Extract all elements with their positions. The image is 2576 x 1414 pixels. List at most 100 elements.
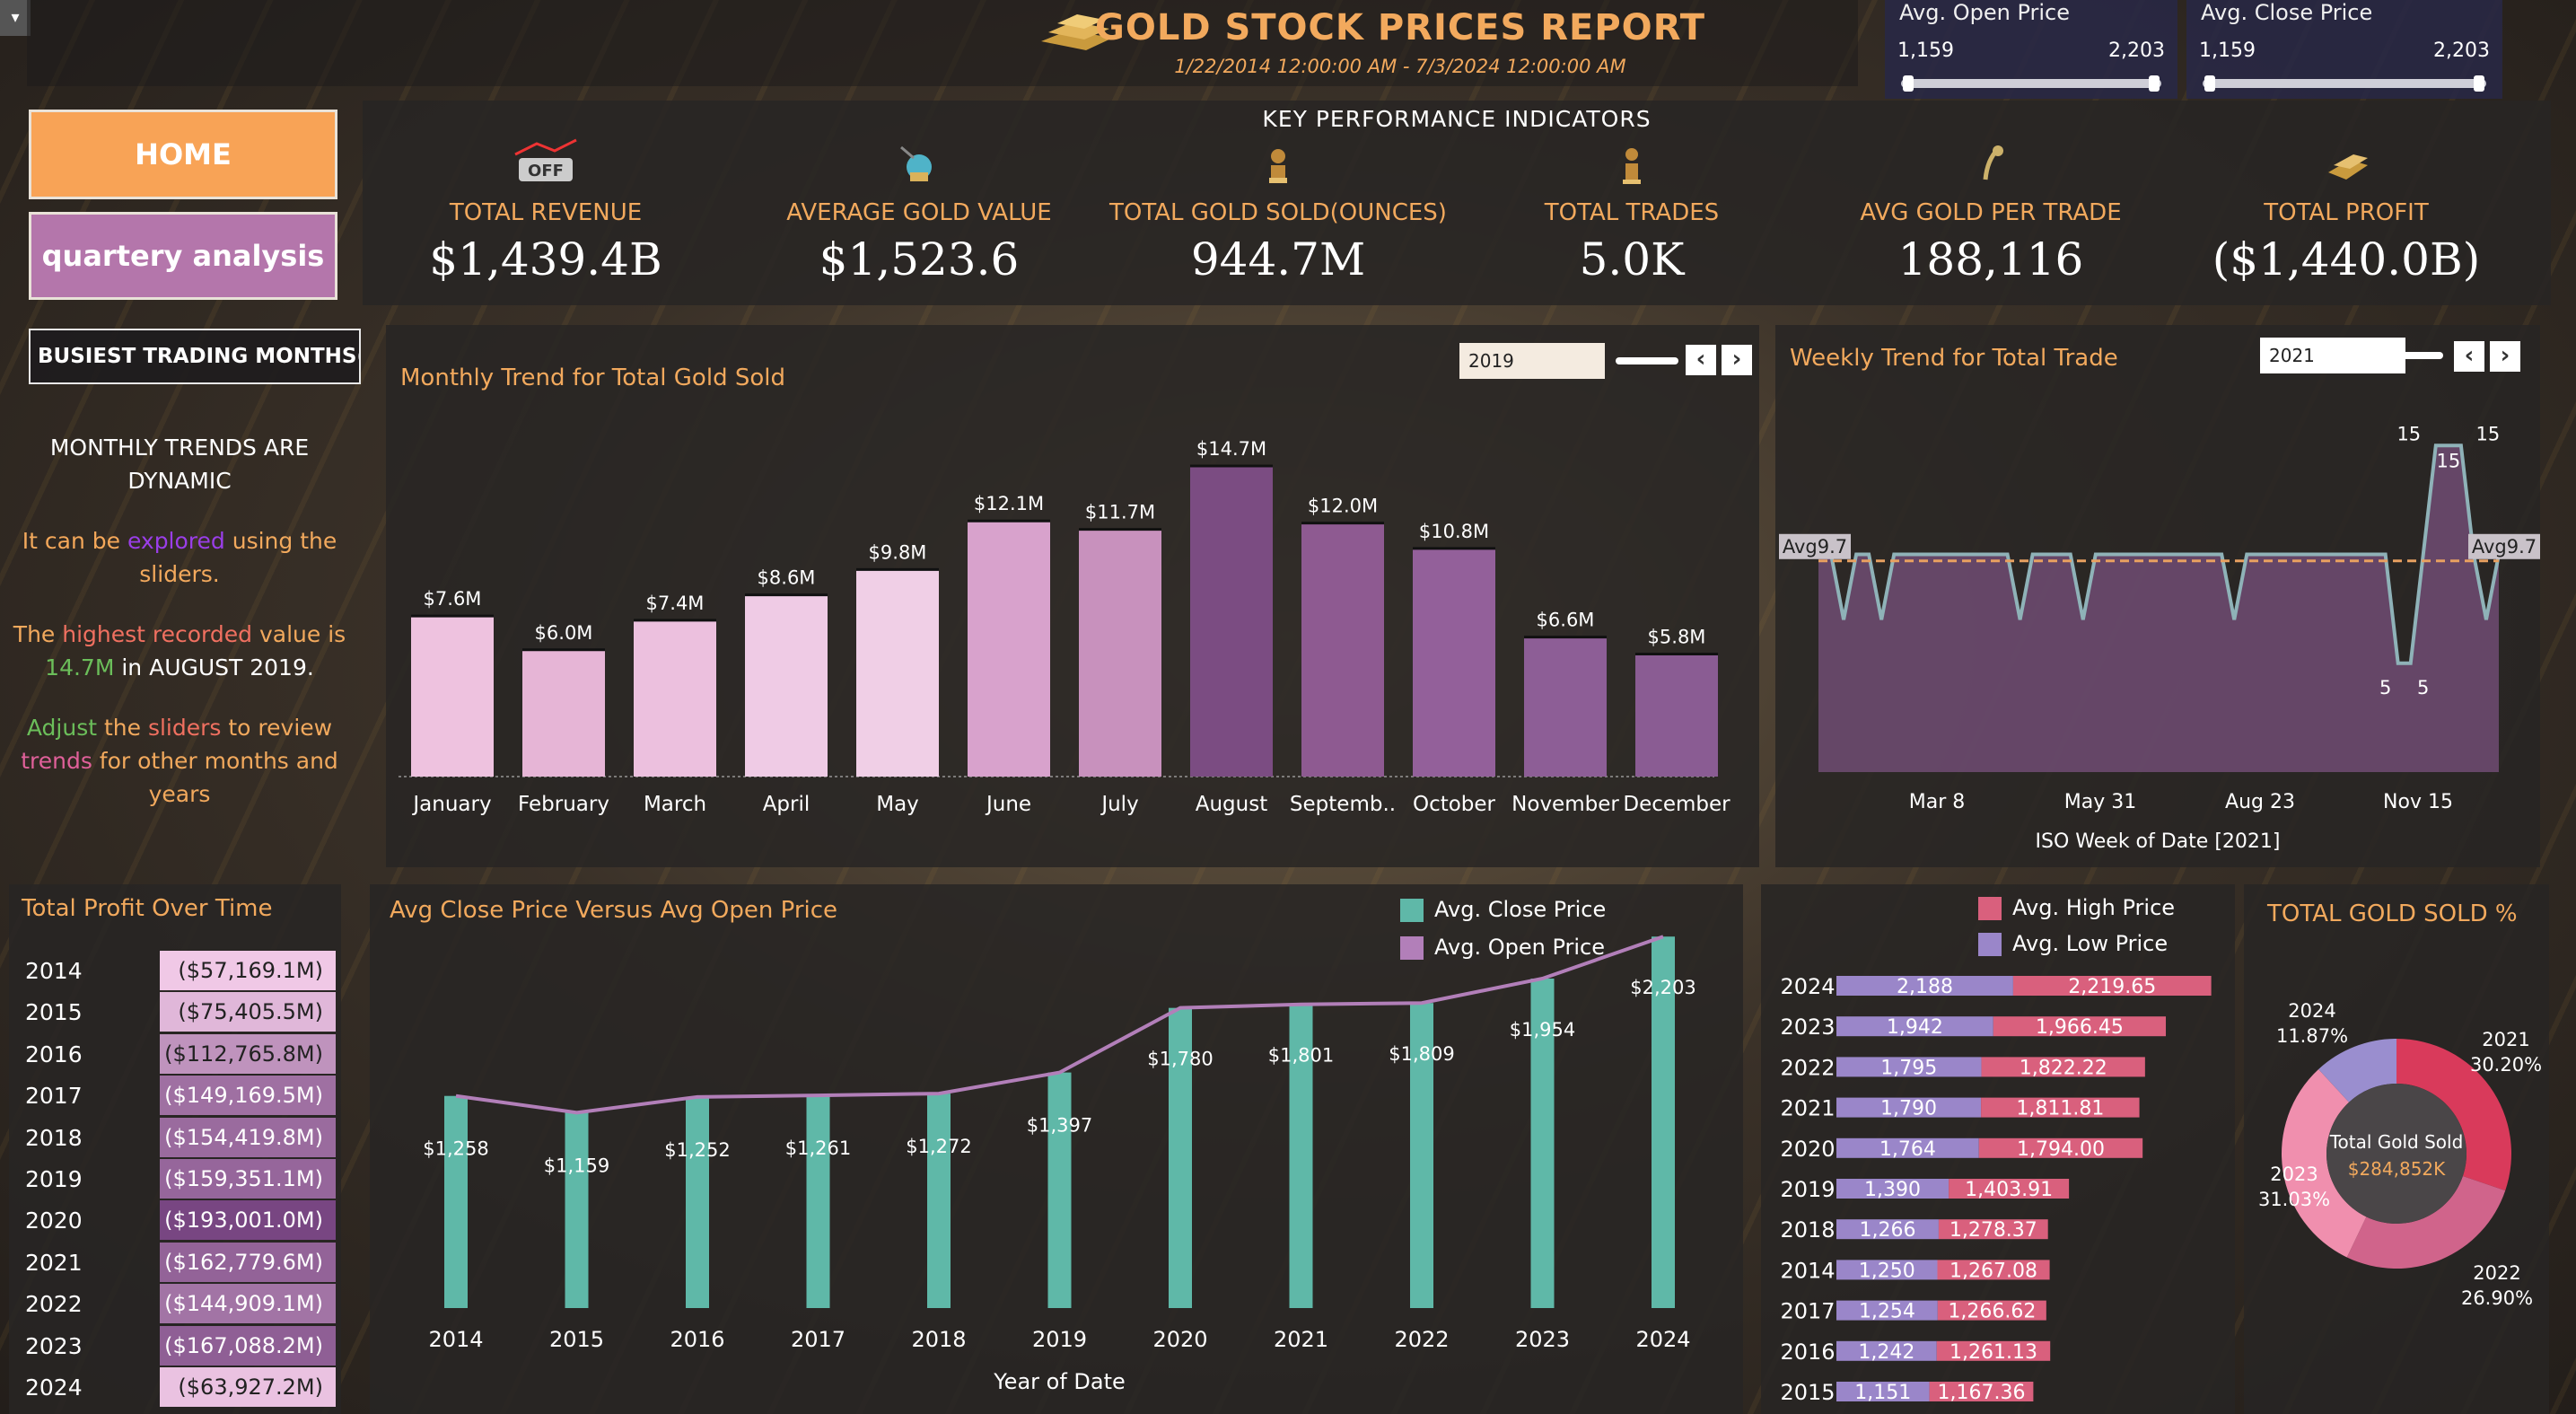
monthly-bar[interactable] <box>1635 654 1718 777</box>
high-price-label: 1,403.91 <box>1965 1179 2053 1201</box>
month-tick-label: June <box>985 793 1031 816</box>
profit-value: ($193,001.0M) <box>160 1200 336 1241</box>
close-price-label: $1,801 <box>1268 1045 1334 1067</box>
close-price-bar[interactable] <box>927 1093 951 1308</box>
high-price-label: 1,822.22 <box>2020 1057 2107 1079</box>
kpi-panel: KEY PERFORMANCE INDICATORS OFF TOTAL REVE… <box>363 101 2551 305</box>
hl-year-label: 2017 <box>1780 1299 1835 1324</box>
low-price-label: 1,254 <box>1859 1301 1915 1323</box>
profit-value: ($154,419.8M) <box>160 1117 336 1157</box>
home-button[interactable]: HOME <box>29 110 337 199</box>
bar-data-label: $8.6M <box>758 567 816 589</box>
close-price-label: $1,809 <box>1389 1043 1454 1065</box>
year-tick-label: 2022 <box>1394 1327 1449 1352</box>
slider-track[interactable] <box>2203 79 2486 88</box>
close-price-label: $1,252 <box>664 1139 730 1161</box>
month-tick-label: November <box>1511 793 1619 816</box>
weekly-area <box>1818 445 2499 772</box>
low-price-label: 1,242 <box>1858 1341 1914 1364</box>
month-tick-label: July <box>1100 793 1138 816</box>
slider-handle-max[interactable] <box>2474 75 2484 92</box>
bar-data-label: $5.8M <box>1648 627 1706 648</box>
slider-handle-max[interactable] <box>2149 75 2160 92</box>
slider-title: Avg. Close Price <box>2201 0 2373 25</box>
week-tick-label: Aug 23 <box>2225 791 2295 813</box>
avg-close-price-slider[interactable]: Avg. Close Price 1,159 2,203 <box>2186 0 2502 99</box>
monthly-bar[interactable] <box>1413 548 1495 777</box>
close-price-label: $2,203 <box>1630 977 1695 998</box>
kpi-value: $1,439.4B <box>429 233 662 285</box>
monthly-bar[interactable] <box>634 619 716 777</box>
profit-year: 2023 <box>25 1332 83 1359</box>
story-adjust: Adjust the sliders to review trends for … <box>21 715 338 807</box>
profit-year: 2021 <box>25 1249 83 1276</box>
kpi-value: 5.0K <box>1579 233 1685 285</box>
close-price-bar[interactable] <box>806 1095 830 1308</box>
close-price-bar[interactable] <box>1047 1072 1072 1308</box>
peak-annotation: 15 <box>2476 423 2501 444</box>
close-price-bar[interactable] <box>686 1096 709 1308</box>
gold-sold-pct-panel: TOTAL GOLD SOLD % 2021 30.20% 2022 26.90% 20… <box>2244 884 2549 1414</box>
slider-title: Avg. Open Price <box>1899 0 2070 25</box>
slider-handle-min[interactable] <box>1903 75 1914 92</box>
hl-year-label: 2023 <box>1780 1014 1835 1040</box>
monthly-bar[interactable] <box>1079 529 1161 777</box>
kpi-total-revenue: OFF TOTAL REVENUE $1,439.4B <box>366 136 725 285</box>
collapse-arrow-icon[interactable]: ▾ <box>0 0 31 36</box>
monthly-bar[interactable] <box>968 521 1050 777</box>
hl-year-label: 2015 <box>1780 1380 1835 1405</box>
profit-value: ($167,088.2M) <box>160 1325 336 1366</box>
profit-year: 2016 <box>25 1041 83 1067</box>
slider-min: 1,159 <box>1897 40 1954 62</box>
profit-year: 2019 <box>25 1166 83 1192</box>
low-price-label: 1,764 <box>1879 1138 1936 1161</box>
avg-label-left: Avg9.7 <box>1783 536 1847 558</box>
profit-value: ($144,909.1M) <box>160 1284 336 1324</box>
kpi-value: ($1,440.0B) <box>2212 233 2481 285</box>
monthly-bar[interactable] <box>522 649 605 777</box>
high-price-label: 1,267.08 <box>1950 1260 2037 1282</box>
profit-value: ($57,169.1M) <box>160 951 336 990</box>
busiest-months-selector[interactable]: BUSIEST TRADING MONTHS(G.. <box>29 329 361 384</box>
close-price-label: $1,954 <box>1510 1019 1575 1041</box>
kpi-total-gold-sold-ounces: TOTAL GOLD SOLD(OUNCES) 944.7M <box>1099 136 1458 285</box>
monthly-bar[interactable] <box>856 569 939 777</box>
month-tick-label: February <box>518 793 609 816</box>
slice-pct-label: 26.90% <box>2461 1287 2533 1309</box>
low-price-label: 1,942 <box>1887 1016 1943 1039</box>
bar-data-label: $12.1M <box>974 493 1044 514</box>
avg-label-right: Avg9.7 <box>2472 536 2537 558</box>
close-price-bar[interactable] <box>444 1095 468 1308</box>
profit-value: ($162,779.6M) <box>160 1242 336 1282</box>
slice-year-label: 2023 <box>2270 1164 2318 1185</box>
gold-sold-icon <box>1099 136 1458 190</box>
peak-annotation: 15 <box>2436 450 2460 471</box>
low-price-label: 1,266 <box>1859 1219 1915 1242</box>
week-tick-label: Nov 15 <box>2383 791 2453 813</box>
hl-year-label: 2021 <box>1780 1096 1835 1121</box>
kpi-label: TOTAL PROFIT <box>2264 199 2429 226</box>
slider-track[interactable] <box>1901 79 2161 88</box>
slice-year-label: 2024 <box>2288 1000 2335 1022</box>
profit-value: ($75,405.5M) <box>160 992 336 1032</box>
profit-row: 2018 ($154,419.8M) <box>9 1117 341 1159</box>
profit-year: 2020 <box>25 1208 83 1234</box>
quarterly-analysis-button[interactable]: quartery analysis <box>29 212 337 300</box>
year-tick-label: 2014 <box>428 1327 483 1352</box>
donut-center-label: Total Gold Sold <box>2329 1131 2464 1153</box>
high-price-label: 2,219.65 <box>2068 976 2156 998</box>
high-price-label: 1,278.37 <box>1950 1219 2037 1242</box>
monthly-bar[interactable] <box>1301 523 1384 777</box>
slider-handle-min[interactable] <box>2204 75 2215 92</box>
close-price-label: $1,397 <box>1027 1115 1092 1137</box>
monthly-bar[interactable] <box>1524 637 1607 777</box>
monthly-bar[interactable] <box>1190 466 1273 777</box>
kpi-total-profit: TOTAL PROFIT ($1,440.0B) <box>2167 136 2526 285</box>
close-price-bar[interactable] <box>565 1112 589 1308</box>
avg-open-price-slider[interactable]: Avg. Open Price 1,159 2,203 <box>1885 0 2177 99</box>
slice-pct-label: 30.20% <box>2470 1054 2542 1076</box>
profit-row: 2020 ($193,001.0M) <box>9 1200 341 1242</box>
monthly-bar[interactable] <box>411 616 494 777</box>
profit-row: 2024 ($63,927.2M) <box>9 1367 341 1409</box>
monthly-bar[interactable] <box>745 594 828 777</box>
